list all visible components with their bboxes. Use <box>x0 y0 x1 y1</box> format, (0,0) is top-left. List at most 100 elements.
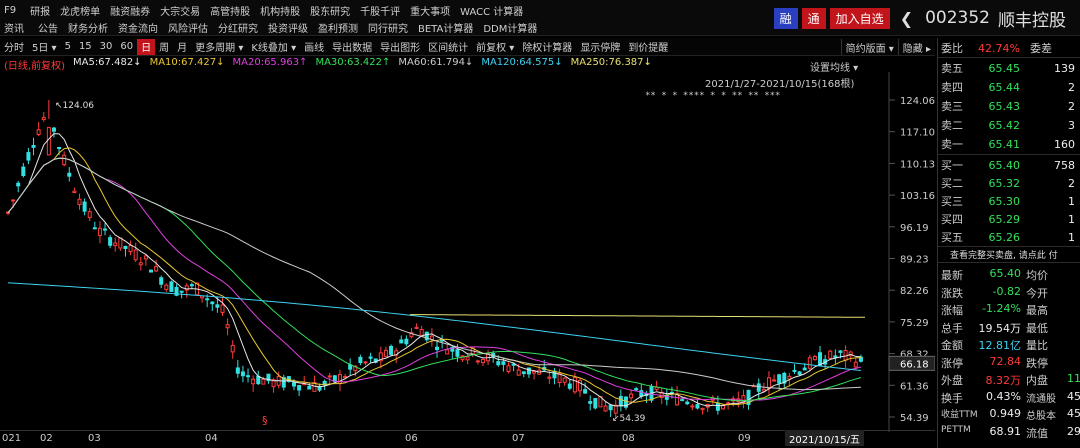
order-label: 买四 <box>941 213 963 226</box>
order-price: 65.26 <box>988 230 1021 244</box>
menu-item[interactable]: 大宗交易 <box>160 3 200 18</box>
ma-legend-item: (日线,前复权) <box>4 61 65 72</box>
rong-button[interactable]: 融 <box>773 7 798 29</box>
order-book-row: 卖五 65.45 139 <box>938 59 1080 77</box>
top-menu-bar: F9 研报 龙虎榜单 融资融券 大宗交易 高管持股 机构持股 股东研究 千股千评 重大事项 WACC… <box>0 0 1080 36</box>
menu-item[interactable]: WACC 计算器 <box>460 3 523 18</box>
menu-item[interactable]: 股东研究 <box>310 3 350 18</box>
menu-item[interactable]: 资讯 <box>4 20 24 35</box>
stat-label: 流值 <box>1026 426 1048 440</box>
stat-value: -0.82 <box>992 284 1021 298</box>
candle-body <box>62 154 67 166</box>
menu-item[interactable]: 融资融券 <box>110 3 150 18</box>
toolbar-item[interactable]: 到价提醒 <box>624 39 672 55</box>
menu-item[interactable]: BETA计算器 <box>418 20 473 35</box>
toolbar-item[interactable]: 60 <box>116 39 137 55</box>
toolbar-item[interactable]: 区间统计 <box>424 39 472 55</box>
candle-body <box>552 370 557 379</box>
ma-legend-item: MA60:61.794↓ <box>398 57 474 68</box>
candle-body <box>97 227 102 236</box>
candle-body <box>26 152 31 161</box>
toolbar-item[interactable]: 日 <box>137 38 156 55</box>
candle-body <box>11 199 16 202</box>
candle-body <box>608 404 613 411</box>
toolbar-item[interactable]: K线叠加 ▾ <box>247 39 300 55</box>
toolbar-item[interactable]: 导出图形 <box>376 39 424 55</box>
toolbar-item[interactable]: 更多周期 ▾ <box>191 39 247 55</box>
order-volume: 2 <box>1068 80 1075 94</box>
candle-body <box>138 262 143 266</box>
toolbar-item[interactable]: 5 <box>61 39 75 55</box>
stat-label: 金额 <box>941 339 963 352</box>
menu-item[interactable]: 财务分析 <box>68 20 108 35</box>
toolbar-item[interactable]: 除权计算器 <box>518 39 576 55</box>
divider <box>938 246 1080 247</box>
toolbar-item[interactable]: 前复权 ▾ <box>472 39 518 55</box>
toolbar-item[interactable]: 分时 <box>0 39 28 55</box>
candle-body <box>358 356 363 363</box>
stat-value: 0.949 <box>989 407 1022 420</box>
stat-label: 内盘 <box>1026 374 1048 387</box>
toolbar-item[interactable]: 15 <box>75 39 96 55</box>
menu-item[interactable]: 高管持股 <box>210 3 250 18</box>
order-label: 卖三 <box>941 100 963 113</box>
menu-item[interactable]: 重大事项 <box>410 3 450 18</box>
toolbar-right-item[interactable]: 简约版面 ▾ <box>840 39 898 55</box>
tong-button[interactable]: 通 <box>801 7 826 29</box>
candle-body <box>567 383 572 389</box>
menu-item[interactable]: 机构持股 <box>260 3 300 18</box>
stat-value: 8.32万 <box>985 374 1022 387</box>
candle-body <box>46 127 51 156</box>
weibi-label: 委比 <box>941 42 963 55</box>
toolbar-right-item[interactable]: 隐藏 ▸ <box>897 39 935 55</box>
stat-value: 19.54万 <box>978 321 1022 335</box>
toolbar-item[interactable]: 30 <box>96 39 117 55</box>
menu-row-2: 资讯 公告 财务分析 资金流向 风险评估 分红研究 投资评级 盈利预测 同行研究 BETA计算器 D… <box>4 19 547 35</box>
stat-value-2: 29 <box>1067 424 1080 438</box>
candle-body <box>383 349 388 357</box>
menu-item[interactable]: 千股千评 <box>360 3 400 18</box>
full-orderbook-link[interactable]: 查看完整买卖盘, 请点此 付 <box>950 248 1058 261</box>
order-volume: 1 <box>1068 230 1075 244</box>
menu-item[interactable]: DDM计算器 <box>483 20 537 35</box>
menu-item[interactable]: 分红研究 <box>218 20 258 35</box>
candle-body <box>87 211 92 219</box>
menu-item[interactable]: 资金流向 <box>118 20 158 35</box>
toolbar-item[interactable]: 显示停牌 <box>576 39 624 55</box>
candle-body <box>634 388 639 391</box>
toolbar-item[interactable]: 月 <box>173 39 191 55</box>
stock-code: 002352 <box>925 8 990 28</box>
menu-item[interactable]: F9 <box>4 5 16 16</box>
candle-body <box>532 370 537 374</box>
order-book-row: 卖一 65.41 160 <box>938 135 1080 153</box>
candle-body <box>307 385 312 390</box>
candle-body <box>838 350 843 353</box>
candlestick-chart[interactable]: 124.06 117.10 110.13 103.16 96.19 89.23 82.26 7… <box>0 72 935 432</box>
toolbar-item[interactable]: 画线 <box>300 39 328 55</box>
candle-body <box>695 404 700 409</box>
menu-item[interactable]: 龙虎榜单 <box>60 3 100 18</box>
candle-body <box>777 374 782 384</box>
candle-body <box>200 295 205 299</box>
chevron-left-icon[interactable]: ❮ <box>900 9 913 28</box>
menu-item[interactable]: 研报 <box>30 3 50 18</box>
weibi-value: 42.74% <box>978 41 1020 55</box>
menu-item[interactable]: 盈利预测 <box>318 20 358 35</box>
menu-item[interactable]: 投资评级 <box>268 20 308 35</box>
menu-item[interactable]: 同行研究 <box>368 20 408 35</box>
menu-item[interactable]: 风险评估 <box>168 20 208 35</box>
candle-body <box>583 389 588 394</box>
candle-body <box>618 396 623 407</box>
menu-item[interactable]: 公告 <box>38 20 58 35</box>
stat-label: 最低 <box>1026 321 1048 335</box>
x-axis-label: 04 <box>205 433 218 444</box>
stat-label: 涨幅 <box>941 304 963 317</box>
add-favorite-button[interactable]: 加入自选 <box>829 7 890 29</box>
toolbar-item[interactable]: 导出数据 <box>328 39 376 55</box>
candle-body <box>833 355 838 358</box>
stat-label: 总手 <box>941 321 963 335</box>
toolbar-item[interactable]: 5日 ▾ <box>28 39 61 55</box>
x-axis-label: 02 <box>40 433 53 444</box>
stat-value: 0.43% <box>986 389 1021 403</box>
toolbar-item[interactable]: 周 <box>155 39 173 55</box>
